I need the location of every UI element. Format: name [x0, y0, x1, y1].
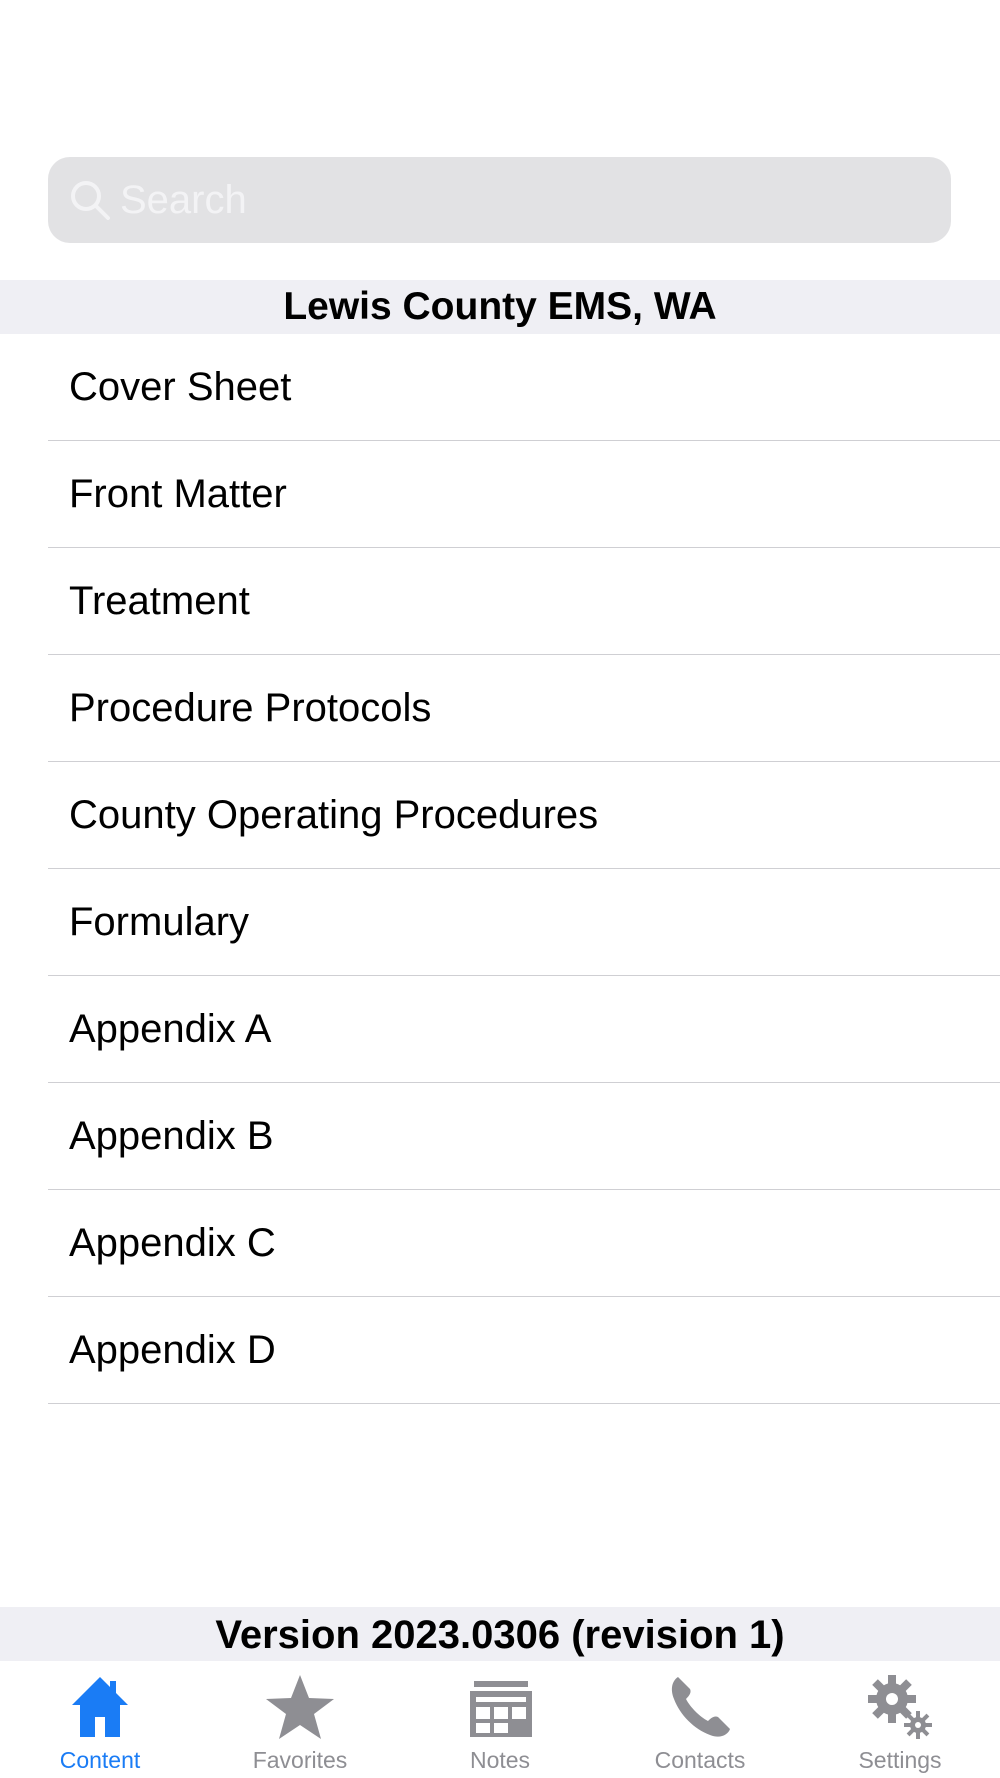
notes-icon: [470, 1681, 532, 1737]
phone-icon: [671, 1677, 730, 1737]
search-bar[interactable]: [48, 157, 951, 243]
content-list: Cover Sheet Front Matter Treatment Proce…: [0, 334, 1000, 1404]
list-item-label: Appendix D: [69, 1328, 276, 1372]
tab-bar: Content Favorites Notes Contacts Setting…: [0, 1661, 1000, 1778]
tab-label: Settings: [858, 1747, 942, 1773]
list-item-county-operating-procedures[interactable]: County Operating Procedures: [0, 762, 1000, 869]
list-item-appendix-a[interactable]: Appendix A: [0, 976, 1000, 1083]
tab-label: Favorites: [252, 1747, 348, 1773]
list-item-label: County Operating Procedures: [69, 793, 599, 837]
list-item-cover-sheet[interactable]: Cover Sheet: [0, 334, 1000, 441]
list-item-appendix-d[interactable]: Appendix D: [0, 1297, 1000, 1404]
list-item-label: Front Matter: [69, 472, 287, 516]
search-input[interactable]: [120, 157, 930, 243]
list-item-label: Appendix A: [69, 1007, 272, 1051]
list-item-label: Appendix B: [69, 1114, 274, 1158]
search-icon: [71, 181, 110, 220]
list-item-label: Procedure Protocols: [69, 686, 432, 730]
section-header: Lewis County EMS, WA: [0, 280, 1000, 334]
list-item-procedure-protocols[interactable]: Procedure Protocols: [0, 655, 1000, 762]
list-item-label: Appendix C: [69, 1221, 276, 1265]
list-item-appendix-c[interactable]: Appendix C: [0, 1190, 1000, 1297]
star-icon: [266, 1675, 334, 1739]
tab-contacts[interactable]: Contacts: [600, 1661, 800, 1778]
list-item-label: Cover Sheet: [69, 365, 292, 409]
version-label: Version 2023.0306 (revision 1): [0, 1607, 1000, 1661]
list-item-formulary[interactable]: Formulary: [0, 869, 1000, 976]
list-item-appendix-b[interactable]: Appendix B: [0, 1083, 1000, 1190]
list-item-front-matter[interactable]: Front Matter: [0, 441, 1000, 548]
list-item-treatment[interactable]: Treatment: [0, 548, 1000, 655]
app-screen: Lewis County EMS, WA Cover Sheet Front M…: [0, 0, 1000, 1778]
list-item-label: Formulary: [69, 900, 250, 944]
tab-notes[interactable]: Notes: [400, 1661, 600, 1778]
gear-icon: [868, 1675, 932, 1739]
list-item-label: Treatment: [69, 579, 250, 623]
tab-label: Contacts: [654, 1747, 746, 1773]
tab-settings[interactable]: Settings: [800, 1661, 1000, 1778]
tab-label: Content: [59, 1747, 141, 1773]
home-icon: [72, 1677, 128, 1737]
tab-content[interactable]: Content: [0, 1661, 200, 1778]
tab-favorites[interactable]: Favorites: [200, 1661, 400, 1778]
tab-label: Notes: [469, 1747, 531, 1773]
